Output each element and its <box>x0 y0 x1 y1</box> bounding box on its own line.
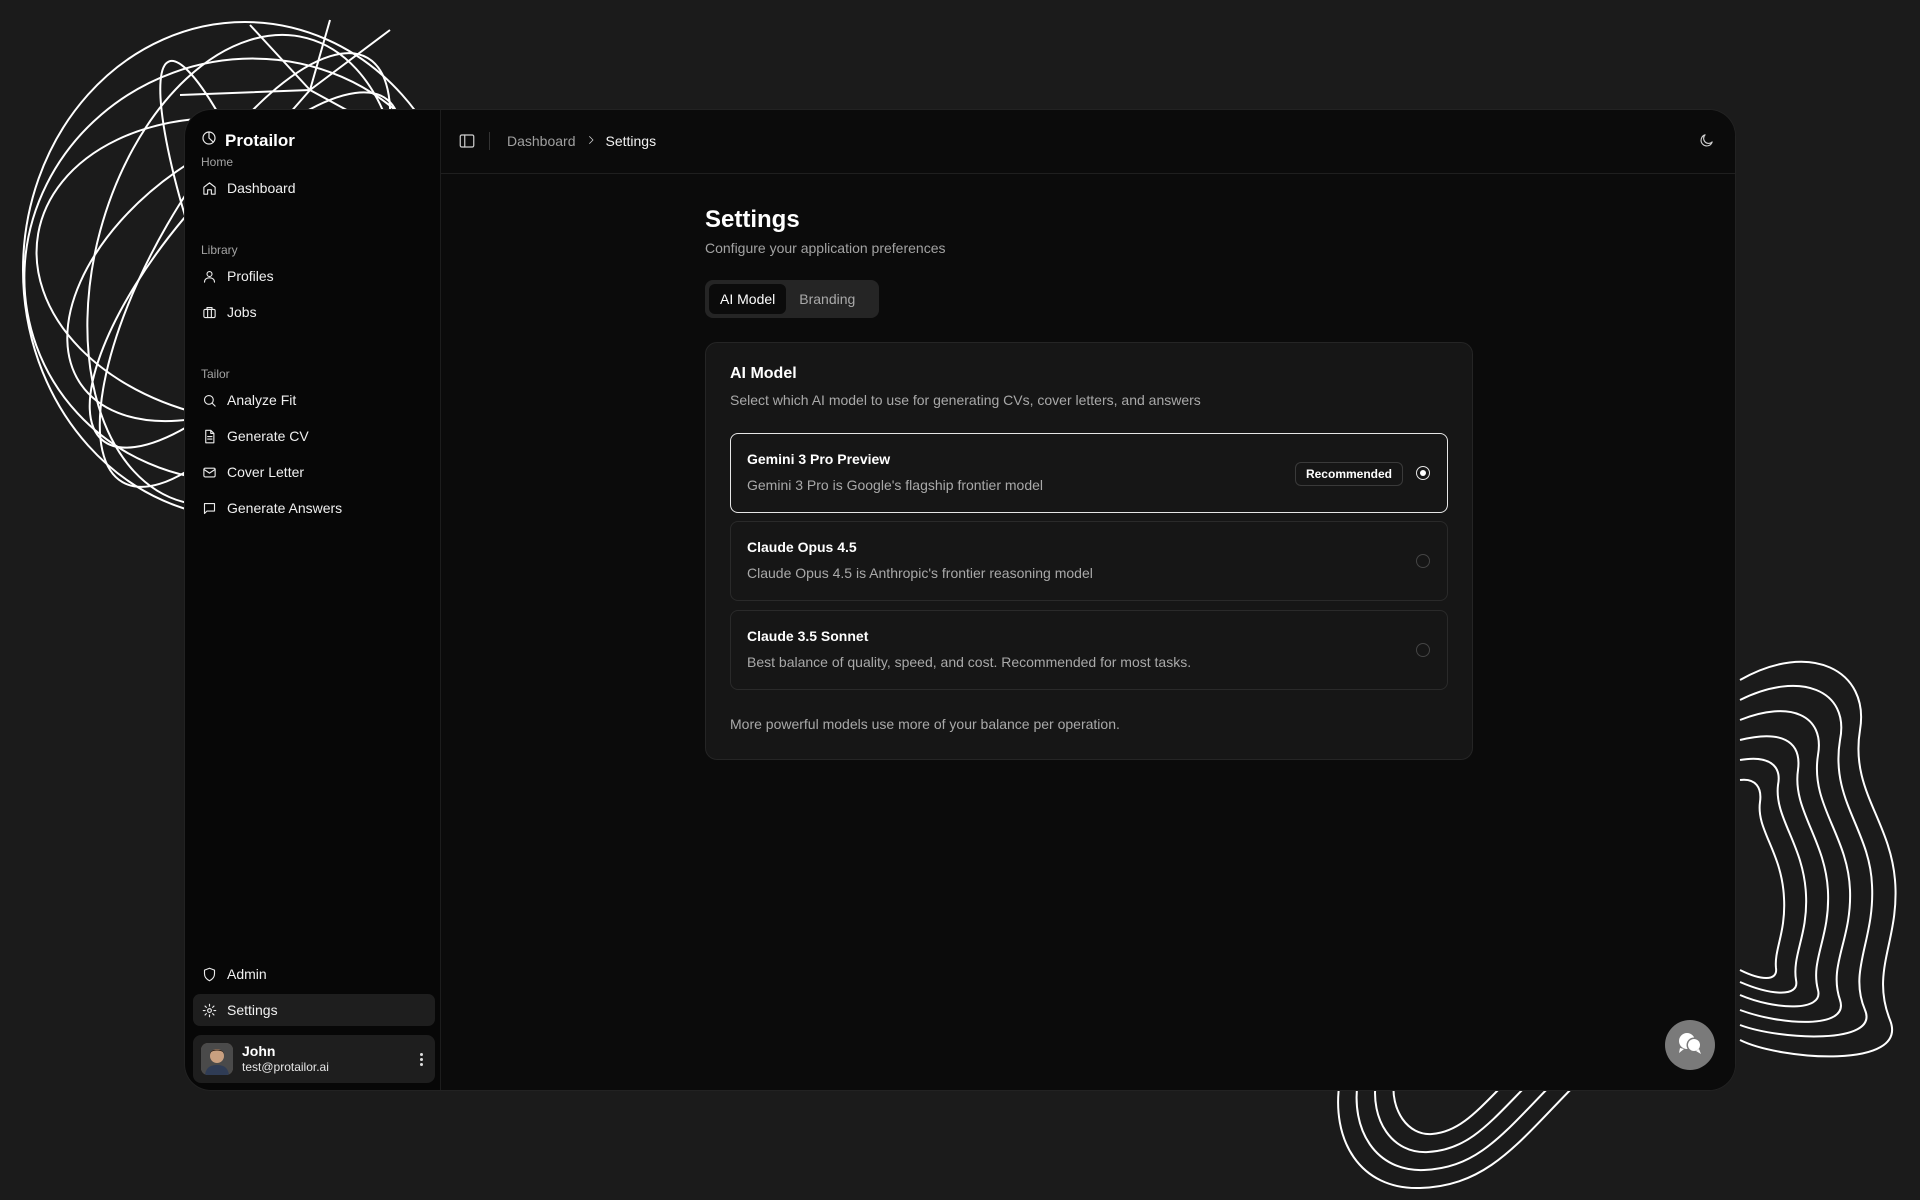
sidebar-item-label: Settings <box>227 1002 278 1018</box>
ai-model-card: AI Model Select which AI model to use fo… <box>705 342 1473 760</box>
bottom-line-art <box>1320 1080 1600 1200</box>
tab-ai-model[interactable]: AI Model <box>709 284 787 314</box>
sidebar-item-generate-cv[interactable]: Generate CV <box>193 420 435 452</box>
avatar <box>201 1043 233 1075</box>
sidebar-item-label: Jobs <box>227 304 257 320</box>
sidebar-item-label: Dashboard <box>227 180 296 196</box>
nav-group-library: Library <box>201 243 238 257</box>
topbar: Dashboard Settings <box>441 110 1735 174</box>
recommended-badge: Recommended <box>1294 462 1403 486</box>
model-name: Claude Opus 4.5 <box>747 539 857 555</box>
more-vertical-icon[interactable] <box>413 1047 429 1071</box>
model-name: Gemini 3 Pro Preview <box>747 451 891 467</box>
tab-branding[interactable]: Branding <box>788 284 866 314</box>
sidebar-item-dashboard[interactable]: Dashboard <box>193 172 435 204</box>
settings-tabs: AI Model Branding <box>705 280 879 318</box>
page-title: Settings <box>705 206 800 233</box>
model-radio[interactable] <box>1416 466 1430 480</box>
chevron-right-icon <box>585 133 597 149</box>
search-icon <box>201 392 217 408</box>
chat-button[interactable] <box>1665 1020 1715 1070</box>
breadcrumb: Dashboard Settings <box>507 133 656 149</box>
mail-icon <box>201 464 217 480</box>
user-email: test@protailor.ai <box>242 1060 329 1075</box>
sidebar-item-generate-answers[interactable]: Generate Answers <box>193 492 435 524</box>
model-description: Best balance of quality, speed, and cost… <box>747 654 1192 670</box>
card-title: AI Model <box>730 365 797 382</box>
model-radio[interactable] <box>1416 554 1430 568</box>
nav-group-home: Home <box>201 155 234 169</box>
sidebar-item-label: Profiles <box>227 268 274 284</box>
sidebar-item-admin[interactable]: Admin <box>193 958 435 990</box>
home-icon <box>201 180 217 196</box>
sidebar-item-label: Generate Answers <box>227 500 343 516</box>
user-icon <box>201 268 217 284</box>
sidebar-item-label: Cover Letter <box>227 464 305 480</box>
page-subtitle: Configure your application preferences <box>705 240 946 256</box>
model-radio[interactable] <box>1416 643 1430 657</box>
sidebar-toggle-icon[interactable] <box>458 132 476 150</box>
logo-icon <box>201 130 217 151</box>
model-option-claude-3-5-sonnet[interactable]: Claude 3.5 Sonnet Best balance of qualit… <box>730 610 1448 690</box>
file-text-icon <box>201 428 217 444</box>
brand[interactable]: Protailor <box>201 130 295 151</box>
sidebar: Protailor Home Dashboard Library Profile… <box>185 110 440 1090</box>
model-option-gemini-3-pro-preview[interactable]: Gemini 3 Pro Preview Gemini 3 Pro is Goo… <box>730 433 1448 513</box>
user-name: John <box>242 1042 276 1059</box>
moon-icon[interactable] <box>1698 132 1716 150</box>
gear-icon <box>201 1002 217 1018</box>
sidebar-item-label: Generate CV <box>227 428 309 444</box>
shield-icon <box>201 966 217 982</box>
sidebar-item-label: Analyze Fit <box>227 392 297 408</box>
sidebar-item-cover-letter[interactable]: Cover Letter <box>193 456 435 488</box>
app-window: Protailor Home Dashboard Library Profile… <box>185 110 1735 1090</box>
model-description: Gemini 3 Pro is Google's flagship fronti… <box>747 477 1044 493</box>
breadcrumb-current: Settings <box>605 133 657 149</box>
message-square-icon <box>201 500 217 516</box>
main-content: Dashboard Settings Settings Configure yo… <box>440 110 1735 1090</box>
chat-bubbles-icon <box>1675 1028 1705 1063</box>
model-option-claude-opus-4-5[interactable]: Claude Opus 4.5 Claude Opus 4.5 is Anthr… <box>730 521 1448 601</box>
model-description: Claude Opus 4.5 is Anthropic's frontier … <box>747 565 1093 581</box>
wave-line-art <box>1720 640 1920 1070</box>
sidebar-item-jobs[interactable]: Jobs <box>193 296 435 328</box>
nav-group-tailor: Tailor <box>201 367 230 381</box>
briefcase-icon <box>201 304 217 320</box>
sidebar-item-analyze-fit[interactable]: Analyze Fit <box>193 384 435 416</box>
sidebar-item-settings[interactable]: Settings <box>193 994 435 1026</box>
user-card[interactable]: John test@protailor.ai <box>193 1035 435 1083</box>
brand-name: Protailor <box>225 130 295 150</box>
divider <box>489 132 490 150</box>
card-footnote: More powerful models use more of your ba… <box>730 716 1120 732</box>
sidebar-item-profiles[interactable]: Profiles <box>193 260 435 292</box>
breadcrumb-dashboard[interactable]: Dashboard <box>507 133 576 149</box>
model-name: Claude 3.5 Sonnet <box>747 628 869 644</box>
sidebar-item-label: Admin <box>227 966 267 982</box>
card-subtitle: Select which AI model to use for generat… <box>730 392 1201 408</box>
